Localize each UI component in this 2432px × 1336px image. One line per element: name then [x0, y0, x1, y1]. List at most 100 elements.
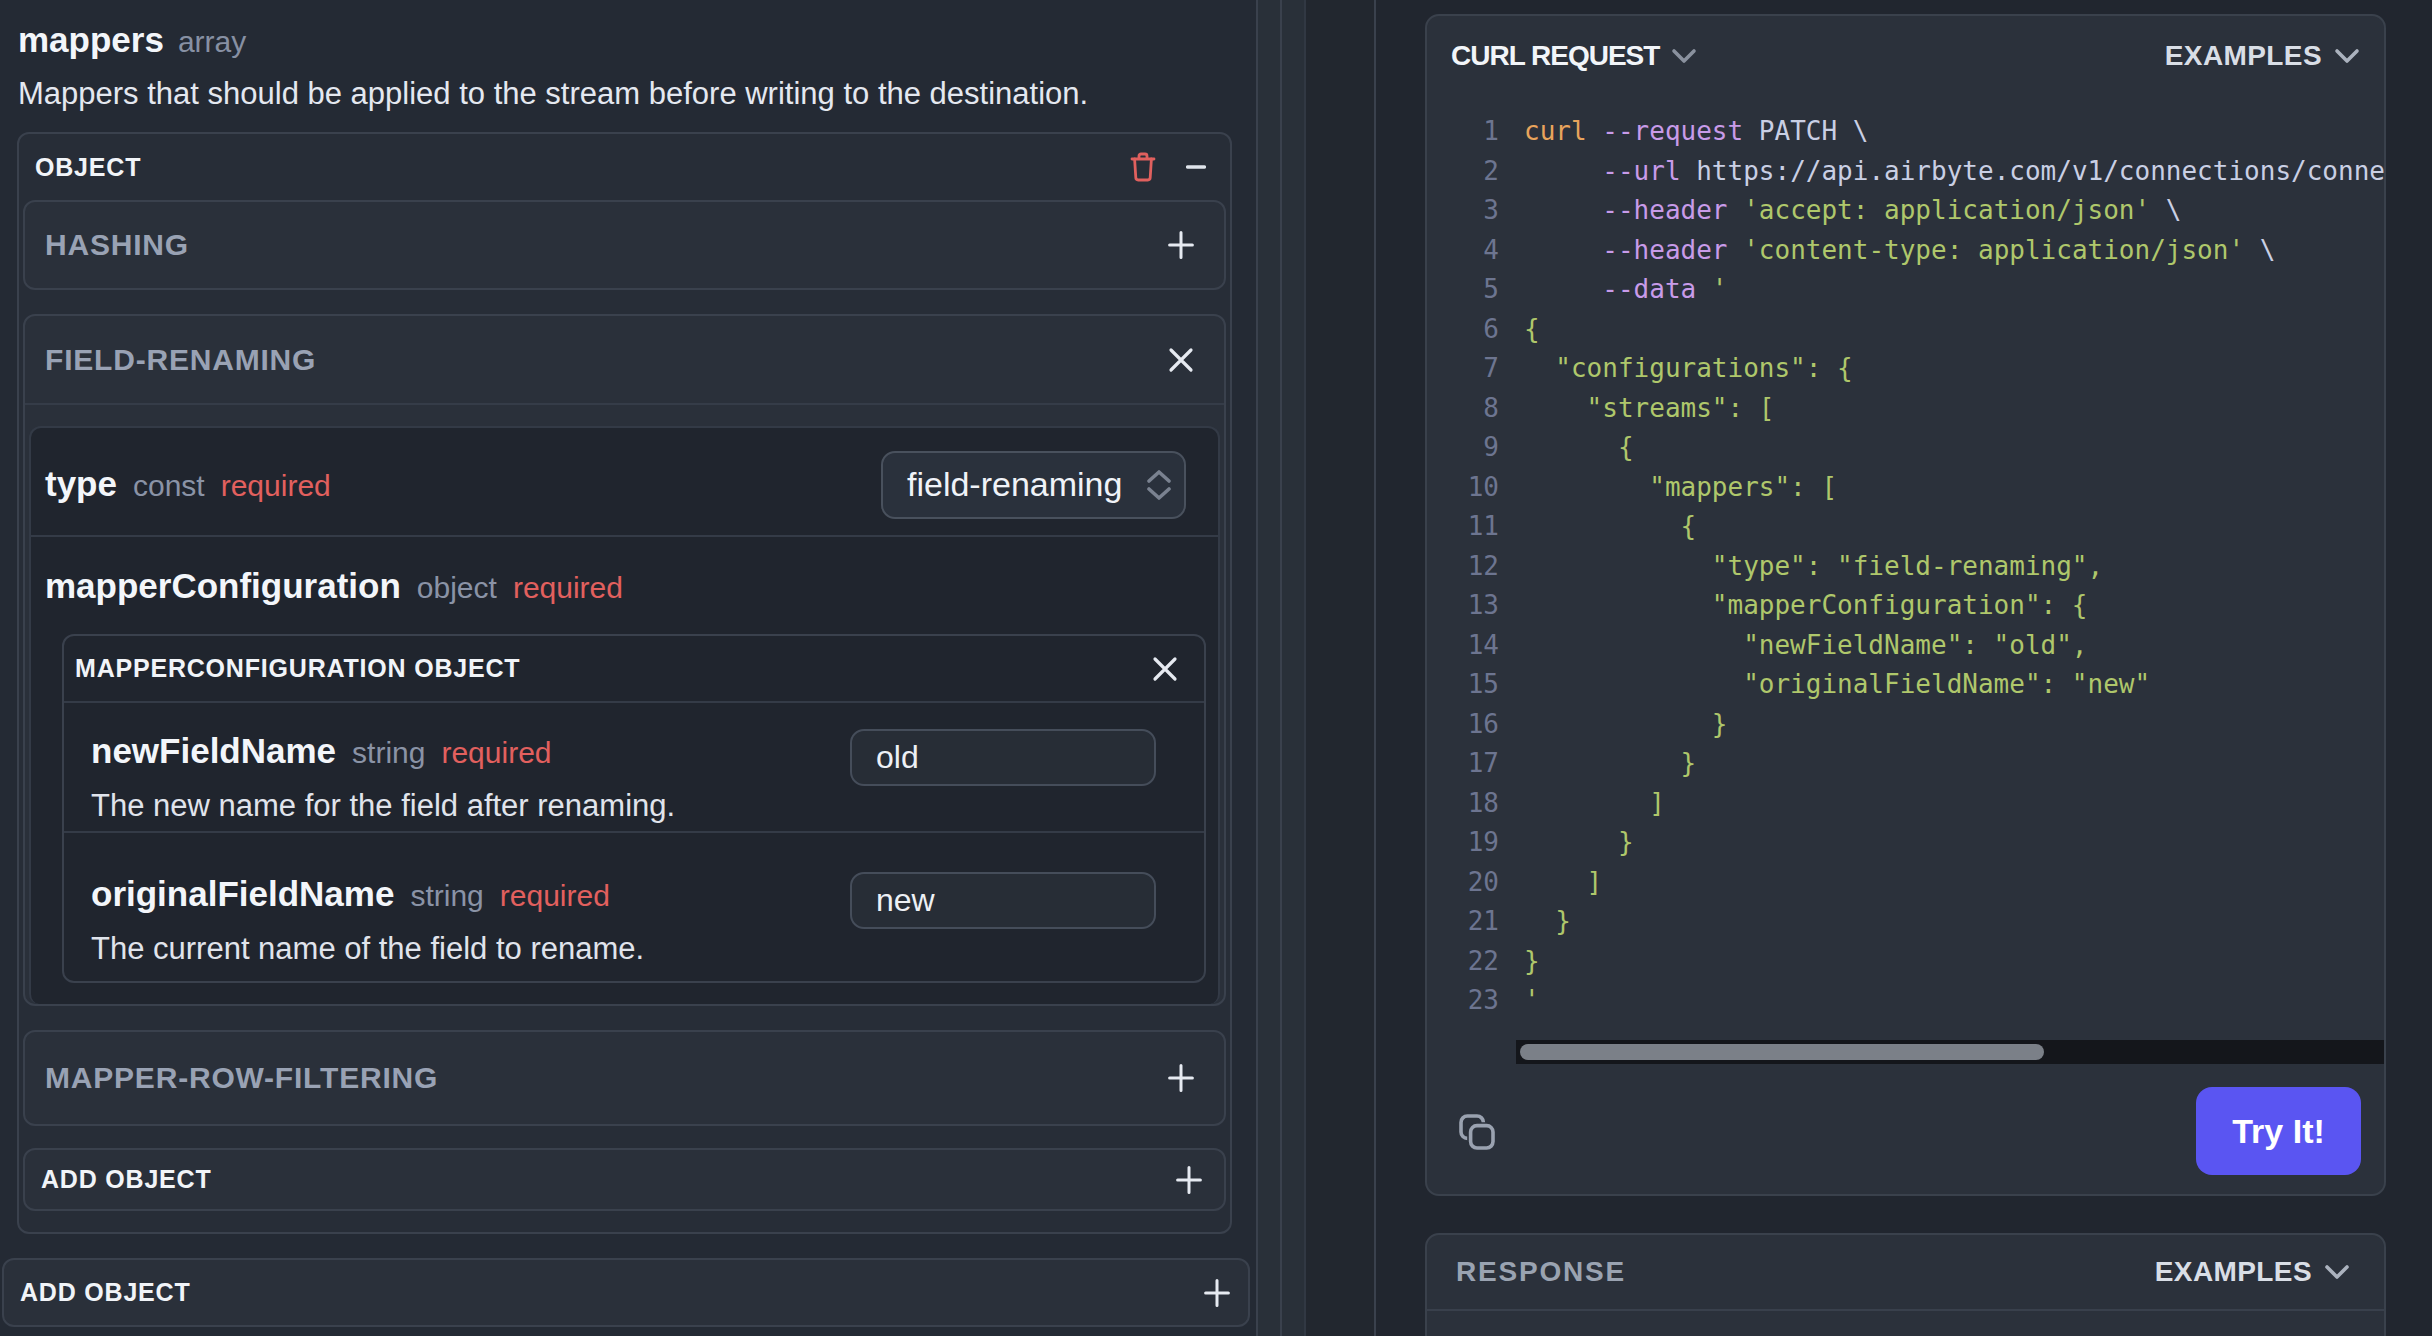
original-field-name-value: new [876, 882, 935, 919]
param-name: mappers [18, 20, 164, 59]
mapper-configuration-label: mapperConfigurationobjectrequired [45, 564, 623, 610]
code-line: 6{ [1429, 310, 2382, 350]
line-number: 8 [1429, 389, 1499, 429]
code-footer: Try It! [1427, 1064, 2384, 1194]
line-number: 1 [1429, 112, 1499, 152]
line-code: --header 'content-type: application/json… [1524, 231, 2275, 271]
line-code: } [1524, 942, 1540, 982]
param-type: array [178, 25, 246, 58]
hashing-section-title: HASHING [45, 228, 189, 262]
line-number: 11 [1429, 507, 1499, 547]
line-number: 10 [1429, 468, 1499, 508]
new-field-name: newFieldName [91, 731, 336, 770]
mapper-configuration-close-icon[interactable] [1152, 656, 1178, 682]
line-number: 16 [1429, 705, 1499, 745]
mapper-row-filtering-add-icon[interactable] [1168, 1064, 1194, 1092]
line-code: "newFieldName": "old", [1524, 626, 2088, 666]
original-field-name-text-stack: originalFieldNamestringrequired The curr… [91, 872, 644, 970]
line-code: { [1524, 428, 1634, 468]
new-field-name-label: newFieldNamestringrequired [91, 729, 675, 775]
hashing-add-icon[interactable] [1168, 231, 1194, 259]
line-code: curl --request PATCH \ [1524, 112, 1868, 152]
new-field-name-required: required [441, 736, 551, 769]
add-object-inner-button[interactable]: ADD OBJECT [23, 1148, 1226, 1211]
type-select[interactable]: field-renaming [881, 451, 1186, 519]
try-it-button[interactable]: Try It! [2196, 1087, 2361, 1175]
object-panel-title: OBJECT [35, 153, 141, 182]
code-line: 11 { [1429, 507, 2382, 547]
code-line: 18 ] [1429, 784, 2382, 824]
code-lines[interactable]: 1 curl --request PATCH \2 --url https://a… [1429, 112, 2382, 1021]
line-number: 17 [1429, 744, 1499, 784]
object-panel-header: OBJECT [19, 134, 1230, 200]
hashing-section[interactable]: HASHING [23, 200, 1226, 290]
line-code: } [1524, 823, 1634, 863]
curl-request-chevron-down-icon[interactable] [1671, 48, 1697, 64]
api-reference-page: mappersarray Mappers that should be appl… [0, 0, 2432, 1336]
new-field-name-input[interactable]: old [850, 729, 1156, 786]
curl-request-title: CURL REQUEST [1451, 40, 1659, 72]
mapper-configuration-panel-header: MAPPERCONFIGURATION OBJECT [64, 636, 1204, 703]
original-field-name-input[interactable]: new [850, 872, 1156, 929]
line-code: "mappers": [ [1524, 468, 1837, 508]
line-code: } [1524, 705, 1728, 745]
code-line: 5 --data ' [1429, 270, 2382, 310]
response-examples-label[interactable]: EXAMPLES [2155, 1256, 2312, 1288]
add-object-outer-label: ADD OBJECT [20, 1278, 191, 1307]
line-code: "originalFieldName": "new" [1524, 665, 2150, 705]
mapper-configuration-required: required [513, 571, 623, 604]
line-number: 15 [1429, 665, 1499, 705]
mapper-row-filtering-section[interactable]: MAPPER-ROW-FILTERING [23, 1030, 1226, 1126]
divider-line [1280, 0, 1282, 1336]
new-field-name-value: old [876, 739, 919, 776]
collapse-object-button[interactable] [1186, 153, 1206, 181]
line-code: --data ' [1524, 270, 1728, 310]
mapper-configuration-panel-title: MAPPERCONFIGURATION OBJECT [75, 654, 520, 683]
line-code: ] [1524, 863, 1602, 903]
line-number: 3 [1429, 191, 1499, 231]
line-number: 9 [1429, 428, 1499, 468]
copy-code-button[interactable] [1459, 1114, 1495, 1150]
code-line: 20 ] [1429, 863, 2382, 903]
response-header: RESPONSE EXAMPLES [1427, 1235, 2384, 1311]
code-line: 14 "newFieldName": "old", [1429, 626, 2382, 666]
delete-object-button[interactable] [1130, 152, 1156, 182]
line-number: 14 [1429, 626, 1499, 666]
field-renaming-body: typeconstrequired field-renaming [29, 426, 1220, 1004]
code-horizontal-scrollbar[interactable] [1516, 1040, 2384, 1064]
response-examples-chevron-down-icon[interactable] [2324, 1264, 2350, 1280]
line-number: 22 [1429, 942, 1499, 982]
code-line: 13 "mapperConfiguration": { [1429, 586, 2382, 626]
mapper-configuration-name: mapperConfiguration [45, 566, 401, 605]
code-line: 21 } [1429, 902, 2382, 942]
original-field-name-required: required [500, 879, 610, 912]
curl-examples-label[interactable]: EXAMPLES [2165, 40, 2322, 72]
line-code: --header 'accept: application/json' \ [1524, 191, 2181, 231]
field-renaming-close-icon[interactable] [1168, 347, 1194, 373]
code-line: 7 "configurations": { [1429, 349, 2382, 389]
add-object-outer-plus-icon [1204, 1279, 1230, 1307]
code-line: 22} [1429, 942, 2382, 982]
original-field-name-description: The current name of the field to rename. [91, 928, 644, 970]
line-number: 21 [1429, 902, 1499, 942]
response-panel: RESPONSE EXAMPLES [1425, 1233, 2386, 1336]
field-renaming-title: FIELD-RENAMING [45, 343, 316, 377]
line-number: 13 [1429, 586, 1499, 626]
field-renaming-header[interactable]: FIELD-RENAMING [25, 316, 1224, 405]
code-line: 9 { [1429, 428, 2382, 468]
type-field-name: type [45, 464, 117, 503]
type-field-row: typeconstrequired field-renaming [31, 428, 1218, 537]
code-line: 2 --url https://api.airbyte.com/v1/conne… [1429, 152, 2382, 192]
line-number: 18 [1429, 784, 1499, 824]
curl-request-panel: CURL REQUEST EXAMPLES 1 curl --request PA… [1425, 14, 2386, 1196]
new-field-name-description: The new name for the field after renamin… [91, 785, 675, 827]
curl-examples-chevron-down-icon[interactable] [2334, 48, 2360, 64]
line-code: --url https://api.airbyte.com/v1/connect… [1524, 152, 2386, 192]
param-header: mappers array [18, 16, 246, 66]
schema-form-column: mappersarray Mappers that should be appl… [0, 0, 1256, 1336]
line-code: "type": "field-renaming", [1524, 547, 2103, 587]
line-code: { [1524, 507, 1696, 547]
original-field-name: originalFieldName [91, 874, 394, 913]
code-scrollbar-thumb[interactable] [1520, 1044, 2044, 1060]
add-object-outer-button[interactable]: ADD OBJECT [2, 1258, 1250, 1327]
